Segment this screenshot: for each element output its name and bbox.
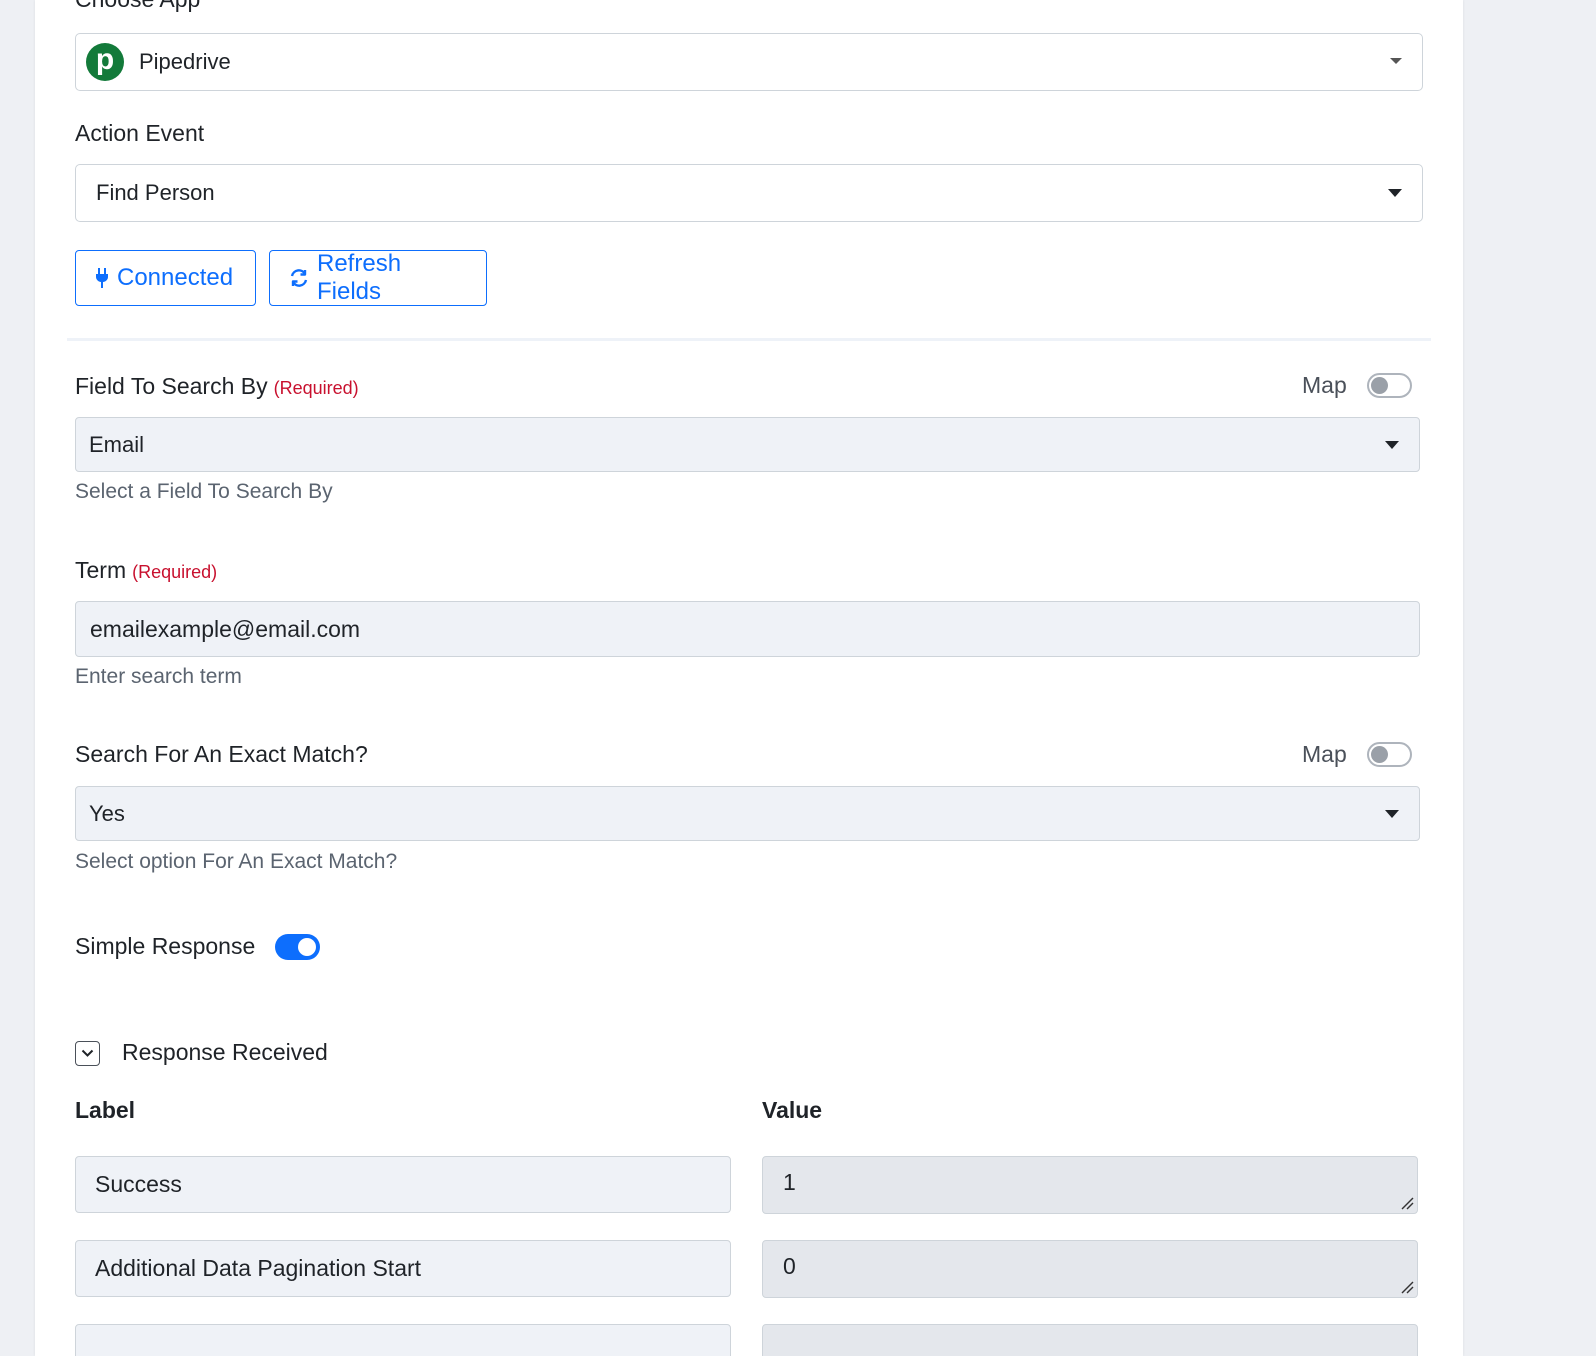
map-label: Map bbox=[1302, 372, 1347, 398]
term-label-group: Term (Required) bbox=[75, 557, 217, 584]
response-label-text: Success bbox=[95, 1171, 182, 1197]
term-help: Enter search term bbox=[75, 665, 242, 688]
term-label: Term bbox=[75, 557, 127, 583]
chevron-down-icon bbox=[1390, 58, 1402, 64]
response-value-field[interactable]: 0 bbox=[762, 1240, 1418, 1298]
choose-app-value: Pipedrive bbox=[139, 49, 231, 74]
map-label: Map bbox=[1302, 741, 1347, 767]
connected-button-label: Connected bbox=[117, 264, 234, 291]
exact-match-label: Search For An Exact Match? bbox=[75, 741, 368, 767]
term-input[interactable]: emailexample@email.com bbox=[75, 601, 1420, 657]
value-column-header: Value bbox=[762, 1097, 823, 1123]
exact-match-value: Yes bbox=[89, 800, 125, 826]
response-value-text: 1 bbox=[783, 1169, 796, 1195]
response-value-text: 0 bbox=[783, 1253, 796, 1279]
required-badge: (Required) bbox=[273, 378, 359, 398]
field-to-search-map: Map bbox=[1302, 372, 1412, 399]
plug-icon bbox=[96, 268, 108, 288]
action-event-value: Find Person bbox=[96, 180, 215, 205]
required-badge: (Required) bbox=[132, 562, 218, 582]
response-received-title: Response Received bbox=[122, 1039, 328, 1065]
form-card: Choose App p Pipedrive Action Event Find… bbox=[35, 0, 1463, 1356]
label-column-header: Label bbox=[75, 1097, 136, 1123]
resize-handle-icon[interactable] bbox=[1400, 1196, 1414, 1210]
action-event-select[interactable]: Find Person bbox=[75, 164, 1423, 222]
chevron-down-icon bbox=[1388, 189, 1402, 197]
exact-match-help: Select option For An Exact Match? bbox=[75, 850, 398, 873]
simple-response-row: Simple Response bbox=[75, 933, 321, 960]
map-toggle[interactable] bbox=[1366, 373, 1412, 398]
field-to-search-label: Field To Search By bbox=[75, 373, 268, 399]
field-to-search-value: Email bbox=[89, 431, 145, 457]
map-toggle[interactable] bbox=[1366, 742, 1412, 767]
term-value: emailexample@email.com bbox=[90, 615, 361, 642]
response-label-field[interactable]: Success bbox=[75, 1156, 731, 1213]
response-value-field[interactable]: 1 bbox=[762, 1156, 1418, 1214]
field-to-search-label-group: Field To Search By (Required) bbox=[75, 373, 359, 400]
collapse-toggle[interactable] bbox=[75, 1041, 100, 1066]
action-event-label: Action Event bbox=[75, 120, 205, 146]
choose-app-select[interactable]: p Pipedrive bbox=[75, 33, 1423, 91]
simple-response-toggle[interactable] bbox=[275, 933, 321, 960]
exact-match-select[interactable]: Yes bbox=[75, 786, 1420, 841]
chevron-down-icon bbox=[81, 1049, 94, 1057]
chevron-down-icon bbox=[1385, 440, 1399, 449]
response-label-text: Additional Data Pagination Start bbox=[95, 1255, 422, 1281]
field-to-search-help: Select a Field To Search By bbox=[75, 480, 333, 503]
response-label-field[interactable]: Additional Data Pagination Start bbox=[75, 1240, 731, 1297]
choose-app-label: Choose App bbox=[75, 0, 200, 13]
simple-response-label: Simple Response bbox=[75, 933, 256, 959]
response-value-field[interactable] bbox=[762, 1324, 1418, 1356]
exact-match-map: Map bbox=[1302, 741, 1412, 768]
refresh-fields-button[interactable]: Refresh Fields bbox=[269, 250, 487, 306]
chevron-down-icon bbox=[1385, 809, 1399, 818]
pipedrive-logo-icon: p bbox=[86, 43, 124, 81]
refresh-icon bbox=[290, 269, 308, 287]
refresh-fields-button-label: Refresh Fields bbox=[317, 250, 402, 305]
resize-handle-icon[interactable] bbox=[1400, 1280, 1414, 1294]
section-divider bbox=[67, 338, 1431, 341]
connected-button[interactable]: Connected bbox=[75, 250, 256, 306]
response-label-field[interactable] bbox=[75, 1324, 731, 1356]
field-to-search-select[interactable]: Email bbox=[75, 417, 1420, 472]
